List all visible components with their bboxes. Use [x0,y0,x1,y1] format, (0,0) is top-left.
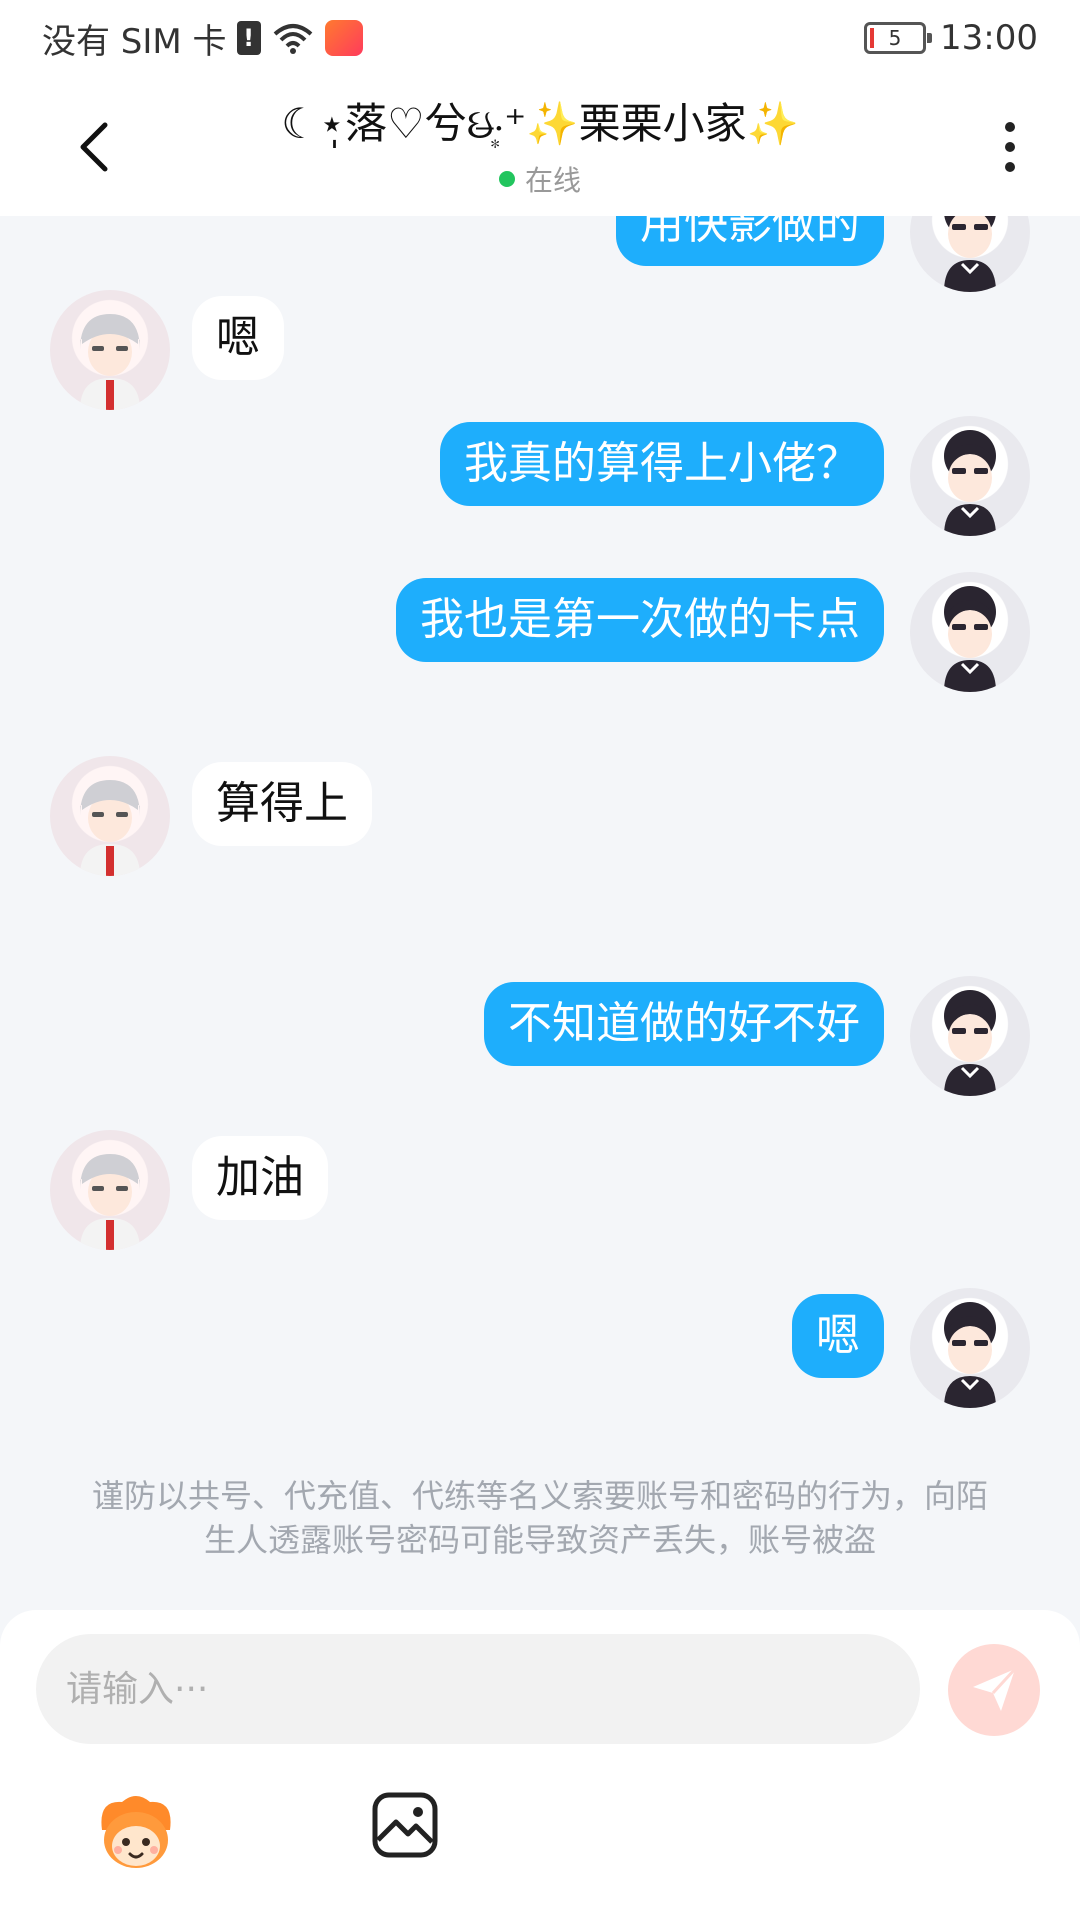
avatar-girl-icon [944,216,996,292]
online-status: 在线 [180,159,900,199]
chat-header: ☾⋆̩落♡兮ઇ̶‧͙⁺✨栗栗小家✨ 在线 [0,76,1080,216]
status-bar: 没有 SIM 卡 ! 5 13:00 [0,0,1080,76]
my-avatar[interactable] [910,216,1030,292]
battery-icon: 5 [864,22,933,54]
online-dot-icon [498,171,515,187]
contact-avatar[interactable] [50,290,170,410]
more-vertical-icon [1005,122,1015,132]
my-avatar[interactable] [910,976,1030,1096]
contact-avatar[interactable] [50,1130,170,1250]
send-button[interactable] [948,1644,1040,1736]
app-notification-icon [324,20,363,56]
message-row: 我真的算得上小佬？ [0,416,1080,536]
back-button[interactable] [60,112,130,182]
avatar-girl-icon [944,1302,996,1408]
message-row: 嗯 [0,290,1080,410]
message-bubble-sent[interactable]: 我也是第一次做的卡点 [396,578,884,662]
my-avatar[interactable] [910,416,1030,536]
contact-avatar[interactable] [50,756,170,876]
carrier-text: 没有 SIM 卡 [42,21,227,62]
message-bubble-sent[interactable]: 我真的算得上小佬？ [440,422,884,506]
emoji-button[interactable] [92,1790,180,1878]
message-bubble-received[interactable]: 算得上 [192,762,372,846]
security-warning: 谨防以共号、代充值、代练等名义索要账号和密码的行为，向陌生人透露账号密码可能导致… [91,1477,988,1559]
sim-alert-icon: ! [236,21,261,55]
status-left: 没有 SIM 卡 ! [42,14,363,63]
avatar-girl-icon [944,990,996,1096]
message-bubble-sent[interactable]: 不知道做的好不好 [484,982,884,1066]
message-bubble-sent[interactable]: 用快影做的 [616,216,884,266]
more-options-button[interactable] [980,112,1040,182]
header-center: ☾⋆̩落♡兮ઇ̶‧͙⁺✨栗栗小家✨ 在线 [180,90,900,199]
message-bubble-received[interactable]: 嗯 [192,296,284,380]
message-row: 用快影做的 [0,216,1080,296]
message-bubble-received[interactable]: 加油 [192,1136,328,1220]
message-list[interactable]: 用快影做的 嗯 我真的算得上小佬？ 我也是第一次做的卡点 算得上 不知道做的好不… [0,216,1080,1606]
message-input[interactable] [36,1634,920,1744]
input-panel [0,1610,1080,1920]
avatar-boy-icon [80,1154,140,1250]
emoji-mascot-icon [101,1796,171,1868]
send-icon [973,1667,1017,1711]
avatar-boy-icon [80,314,140,410]
more-dot [1005,142,1015,152]
message-row: 加油 [0,1130,1080,1250]
message-row: 嗯 [0,1288,1080,1408]
avatar-girl-icon [944,430,996,536]
chat-title: ☾⋆̩落♡兮ઇ̶‧͙⁺✨栗栗小家✨ [281,99,799,148]
wifi-icon [273,24,312,54]
status-right: 5 13:00 [864,18,1038,58]
online-label: 在线 [524,164,581,197]
message-row: 我也是第一次做的卡点 [0,572,1080,692]
my-avatar[interactable] [910,572,1030,692]
more-dot [1005,162,1015,172]
battery-level: 5 [888,26,902,50]
image-icon [372,1792,438,1858]
my-avatar[interactable] [910,1288,1030,1408]
clock: 13:00 [940,18,1038,58]
message-row: 算得上 [0,756,1080,876]
avatar-boy-icon [80,780,140,876]
image-button[interactable] [370,1790,440,1860]
back-arrow-icon [80,122,108,172]
message-row: 不知道做的好不好 [0,976,1080,1096]
message-bubble-sent[interactable]: 嗯 [792,1294,884,1378]
avatar-girl-icon [944,586,996,692]
